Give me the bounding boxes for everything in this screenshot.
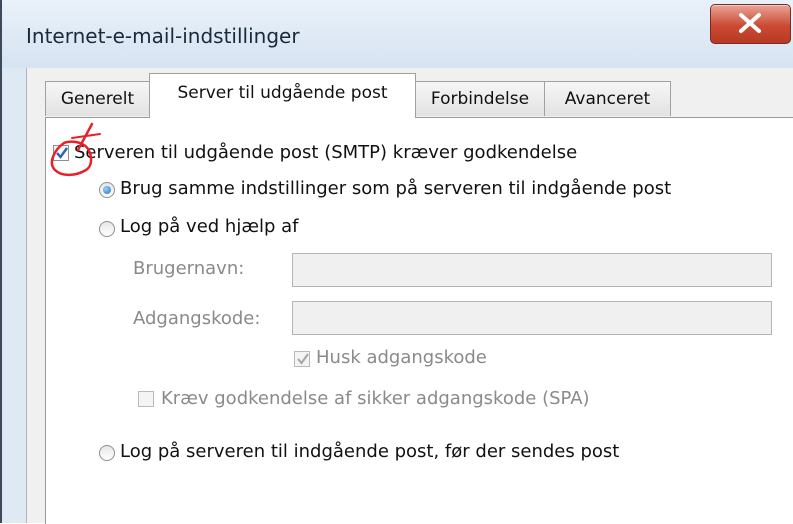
tab-page-outgoing-server: Serveren til udgående post (SMTP) kræver…: [45, 117, 793, 524]
close-button[interactable]: [710, 4, 791, 44]
radio-log-on-using[interactable]: [99, 221, 115, 237]
tab-label: Avanceret: [564, 89, 651, 109]
radio-same-settings[interactable]: [99, 182, 115, 198]
log-on-using-label[interactable]: Log på ved hjælp af: [120, 216, 299, 237]
spa-checkbox[interactable]: [138, 391, 154, 407]
smtp-auth-checkbox[interactable]: [53, 145, 69, 161]
tab-avanceret[interactable]: Avanceret: [544, 81, 671, 116]
radio-selected-dot: [103, 186, 111, 194]
tab-label: Server til udgående post: [177, 83, 388, 103]
username-field[interactable]: [292, 253, 772, 287]
password-field[interactable]: [292, 301, 772, 335]
title-bar[interactable]: Internet-e-mail-indstillinger: [2, 0, 793, 68]
tab-label: Generelt: [60, 89, 135, 109]
log-on-incoming-label[interactable]: Log på serveren til indgående post, før …: [120, 441, 619, 462]
spa-label: Kræv godkendelse af sikker adgangskode (…: [161, 388, 590, 409]
tab-server-til-udgaaende-post[interactable]: Server til udgående post: [149, 73, 416, 118]
settings-window: Internet-e-mail-indstillinger Generelt S…: [0, 0, 793, 524]
checkmark-icon: [56, 147, 68, 159]
smtp-auth-label[interactable]: Serveren til udgående post (SMTP) kræver…: [74, 142, 577, 163]
remember-password-checkbox[interactable]: [294, 351, 310, 367]
radio-log-on-incoming[interactable]: [99, 445, 115, 461]
tab-forbindelse[interactable]: Forbindelse: [415, 81, 545, 116]
password-label: Adgangskode:: [133, 308, 261, 329]
tab-generelt[interactable]: Generelt: [45, 81, 150, 116]
tab-label: Forbindelse: [430, 89, 530, 109]
window-title: Internet-e-mail-indstillinger: [26, 24, 300, 48]
close-icon: [739, 13, 761, 33]
dialog-body: Generelt Server til udgående post Forbin…: [26, 68, 793, 524]
remember-password-label: Husk adgangskode: [316, 347, 487, 368]
checkmark-icon: [297, 353, 309, 365]
same-settings-label[interactable]: Brug samme indstillinger som på serveren…: [120, 178, 671, 199]
username-label: Brugernavn:: [133, 258, 245, 279]
